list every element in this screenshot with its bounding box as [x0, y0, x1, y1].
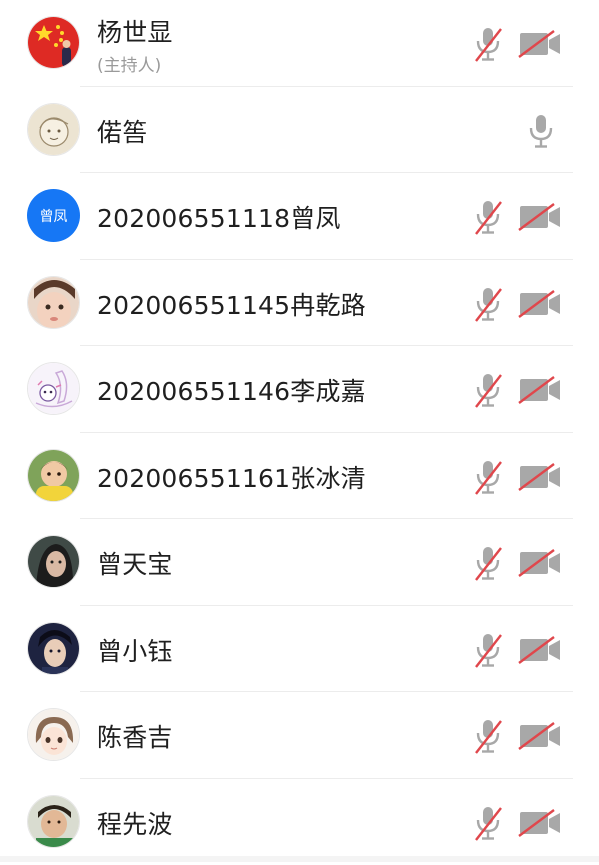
camera-off-icon[interactable] — [518, 30, 562, 58]
participant-row[interactable]: 曾小钰 — [0, 606, 599, 693]
mic-muted-icon[interactable] — [472, 804, 504, 842]
participant-name: 202006551161张冰清 — [97, 459, 366, 495]
participant-row[interactable]: 杨世显 (主持人) — [0, 0, 599, 87]
participant-name: 程先波 — [97, 805, 173, 841]
avatar — [27, 708, 80, 761]
camera-off-icon[interactable] — [518, 376, 562, 404]
participant-name: 偌筶 — [97, 113, 147, 149]
avatar — [27, 16, 80, 69]
avatar: 曾凤 — [27, 189, 80, 242]
avatar — [27, 103, 80, 156]
mic-muted-icon[interactable] — [472, 285, 504, 323]
camera-off-icon[interactable] — [518, 722, 562, 750]
camera-off-icon[interactable] — [518, 463, 562, 491]
mic-muted-icon[interactable] — [472, 25, 504, 63]
participant-name: 曾小钰 — [97, 632, 173, 668]
mic-muted-icon[interactable] — [472, 717, 504, 755]
avatar — [27, 795, 80, 848]
camera-off-icon[interactable] — [518, 636, 562, 664]
camera-off-icon[interactable] — [518, 290, 562, 318]
mic-muted-icon[interactable] — [472, 198, 504, 236]
avatar — [27, 362, 80, 415]
participant-name: 202006551146李成嘉 — [97, 372, 366, 408]
camera-off-icon[interactable] — [518, 203, 562, 231]
participant-list: 杨世显 (主持人) 偌筶 — [0, 0, 599, 865]
participant-row[interactable]: 202006551161张冰清 — [0, 433, 599, 520]
avatar — [27, 622, 80, 675]
camera-off-icon[interactable] — [518, 549, 562, 577]
list-bottom-divider — [0, 856, 599, 862]
camera-off-icon[interactable] — [518, 809, 562, 837]
mic-muted-icon[interactable] — [472, 631, 504, 669]
mic-on-icon[interactable] — [525, 112, 557, 150]
avatar — [27, 276, 80, 329]
mic-muted-icon[interactable] — [472, 458, 504, 496]
avatar — [27, 449, 80, 502]
participant-row[interactable]: 偌筶 — [0, 87, 599, 174]
participant-row[interactable]: 陈香吉 — [0, 692, 599, 779]
participant-name: 杨世显 — [97, 13, 173, 49]
participant-row[interactable]: 程先波 — [0, 779, 599, 865]
participant-row[interactable]: 曾天宝 — [0, 519, 599, 606]
avatar — [27, 535, 80, 588]
participant-name: 202006551145冉乾路 — [97, 286, 366, 322]
participant-name: 陈香吉 — [97, 718, 173, 754]
host-label: (主持人) — [97, 51, 161, 76]
participant-name: 曾天宝 — [97, 545, 173, 581]
mic-muted-icon[interactable] — [472, 371, 504, 409]
participant-row[interactable]: 曾凤 202006551118曾凤 — [0, 173, 599, 260]
participant-name: 202006551118曾凤 — [97, 199, 341, 235]
mic-muted-icon[interactable] — [472, 544, 504, 582]
participant-row[interactable]: 202006551146李成嘉 — [0, 346, 599, 433]
participant-row[interactable]: 202006551145冉乾路 — [0, 260, 599, 347]
